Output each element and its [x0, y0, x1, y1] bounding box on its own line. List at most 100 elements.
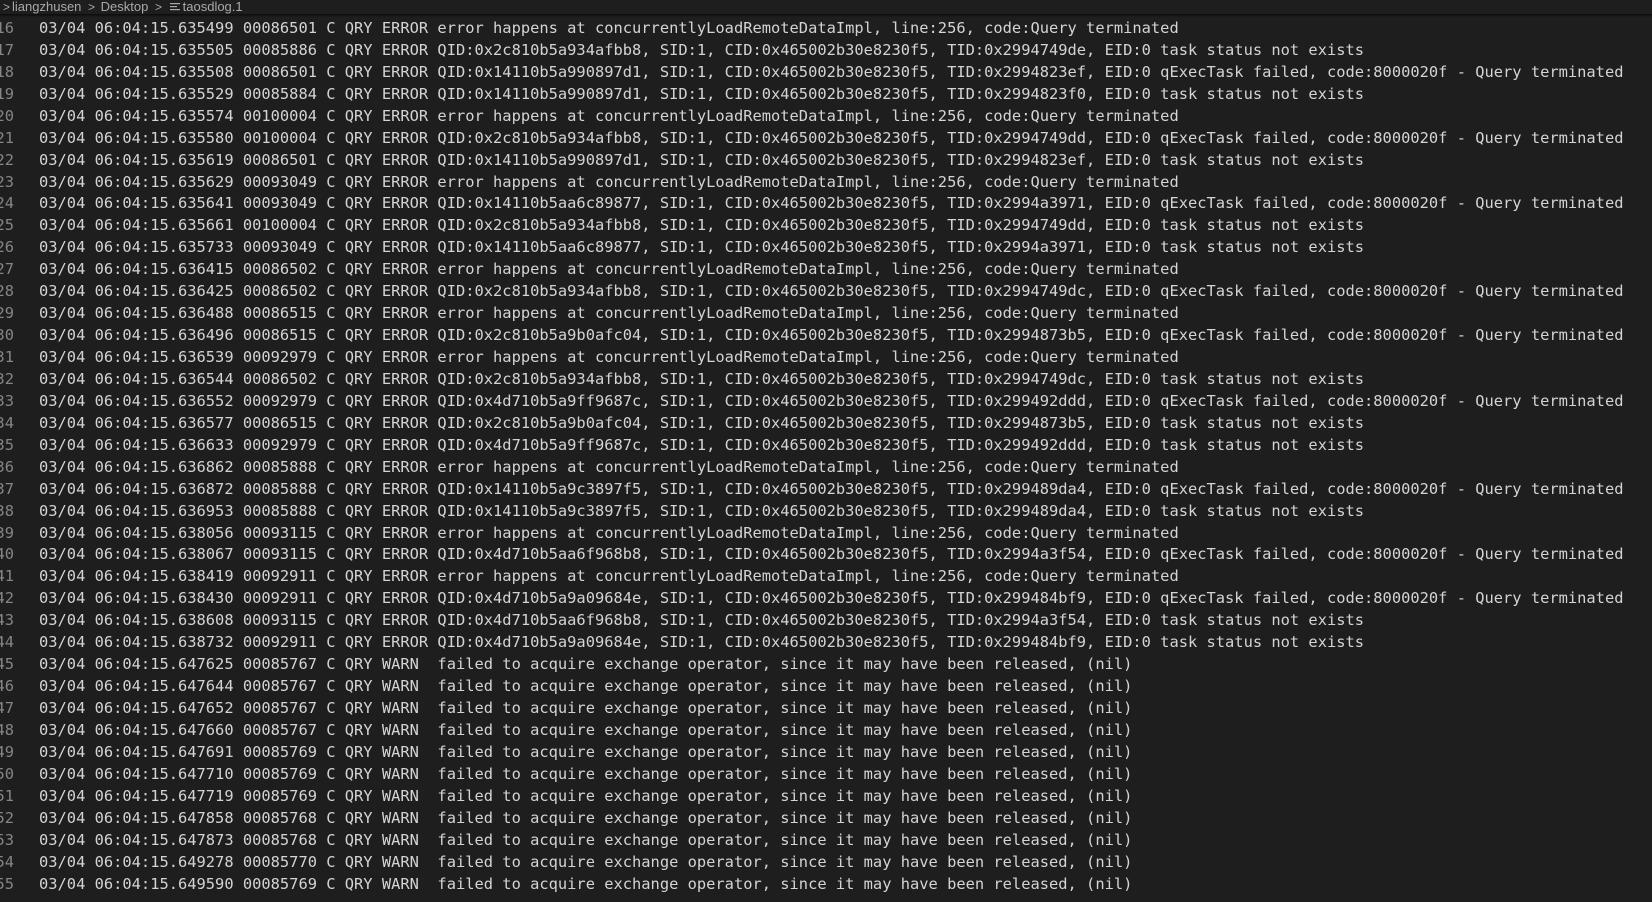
- editor-line[interactable]: 35 03/04 06:04:15.636633 00092979 C QRY E…: [0, 435, 1652, 457]
- line-text: 03/04 06:04:15.638056 00093115 C QRY ERR…: [39, 523, 1179, 542]
- editor-line[interactable]: 22 03/04 06:04:15.635619 00086501 C QRY E…: [0, 150, 1652, 172]
- editor-line[interactable]: 32 03/04 06:04:15.636544 00086502 C QRY E…: [0, 369, 1652, 391]
- editor-line[interactable]: 20 03/04 06:04:15.635574 00100004 C QRY E…: [0, 106, 1652, 128]
- line-number: 23: [0, 172, 14, 191]
- editor-line[interactable]: 49 03/04 06:04:15.647691 00085769 C QRY W…: [0, 742, 1652, 764]
- editor-line[interactable]: 26 03/04 06:04:15.635733 00093049 C QRY E…: [0, 237, 1652, 259]
- line-number: 34: [0, 413, 14, 432]
- editor-line[interactable]: 30 03/04 06:04:15.636496 00086515 C QRY E…: [0, 325, 1652, 347]
- line-number: 43: [0, 611, 14, 630]
- breadcrumb-item-file[interactable]: taosdlog.1: [183, 0, 243, 14]
- editor-line[interactable]: 21 03/04 06:04:15.635580 00100004 C QRY E…: [0, 128, 1652, 150]
- editor-line[interactable]: 44 03/04 06:04:15.638732 00092911 C QRY E…: [0, 632, 1652, 654]
- editor-line[interactable]: 34 03/04 06:04:15.636577 00086515 C QRY E…: [0, 413, 1652, 435]
- editor-line[interactable]: 52 03/04 06:04:15.647858 00085768 C QRY W…: [0, 808, 1652, 830]
- editor-line[interactable]: 23 03/04 06:04:15.635629 00093049 C QRY E…: [0, 172, 1652, 194]
- line-text: 03/04 06:04:15.647719 00085769 C QRY WAR…: [39, 786, 1133, 805]
- line-text: 03/04 06:04:15.638067 00093115 C QRY ERR…: [39, 545, 1624, 564]
- editor-line[interactable]: 50 03/04 06:04:15.647710 00085769 C QRY W…: [0, 764, 1652, 786]
- line-text: 03/04 06:04:15.636862 00085888 C QRY ERR…: [39, 457, 1179, 476]
- line-text: 03/04 06:04:15.635641 00093049 C QRY ERR…: [39, 194, 1624, 213]
- line-text: 03/04 06:04:15.636544 00086502 C QRY ERR…: [39, 369, 1365, 388]
- scroll-shadow: [0, 14, 1652, 17]
- editor-line[interactable]: 40 03/04 06:04:15.638067 00093115 C QRY E…: [0, 544, 1652, 566]
- line-number: 51: [0, 786, 14, 805]
- chevron-right-icon: >: [88, 0, 96, 14]
- editor-line[interactable]: 41 03/04 06:04:15.638419 00092911 C QRY E…: [0, 566, 1652, 588]
- line-text: 03/04 06:04:15.649278 00085770 C QRY WAR…: [39, 852, 1133, 871]
- breadcrumb: > liangzhusen > Desktop > taosdlog.1: [0, 0, 1652, 14]
- line-number: 25: [0, 216, 14, 235]
- line-number: 20: [0, 106, 14, 125]
- editor-line[interactable]: 17 03/04 06:04:15.635505 00085886 C QRY E…: [0, 40, 1652, 62]
- line-text: 03/04 06:04:15.635661 00100004 C QRY ERR…: [39, 216, 1365, 235]
- editor-line[interactable]: 47 03/04 06:04:15.647652 00085767 C QRY W…: [0, 698, 1652, 720]
- line-number: 16: [0, 18, 14, 37]
- line-text: 03/04 06:04:15.647858 00085768 C QRY WAR…: [39, 808, 1133, 827]
- line-text: 03/04 06:04:15.647710 00085769 C QRY WAR…: [39, 764, 1133, 783]
- editor-line[interactable]: 51 03/04 06:04:15.647719 00085769 C QRY W…: [0, 786, 1652, 808]
- editor-line[interactable]: 28 03/04 06:04:15.636425 00086502 C QRY E…: [0, 281, 1652, 303]
- line-text: 03/04 06:04:15.647873 00085768 C QRY WAR…: [39, 830, 1133, 849]
- editor-line[interactable]: 38 03/04 06:04:15.636953 00085888 C QRY E…: [0, 501, 1652, 523]
- editor-line[interactable]: 55 03/04 06:04:15.649590 00085769 C QRY W…: [0, 874, 1652, 896]
- line-number: 31: [0, 348, 14, 366]
- line-number: 46: [0, 677, 14, 696]
- editor-line[interactable]: 24 03/04 06:04:15.635641 00093049 C QRY E…: [0, 193, 1652, 215]
- breadcrumb-item-user-folder[interactable]: liangzhusen: [12, 0, 81, 14]
- editor-line[interactable]: 53 03/04 06:04:15.647873 00085768 C QRY W…: [0, 830, 1652, 852]
- line-number: 55: [0, 874, 14, 893]
- line-text: 03/04 06:04:15.638419 00092911 C QRY ERR…: [39, 567, 1179, 586]
- line-text: 03/04 06:04:15.635529 00085884 C QRY ERR…: [39, 84, 1365, 103]
- line-number: 53: [0, 830, 14, 849]
- editor-line[interactable]: 45 03/04 06:04:15.647625 00085767 C QRY W…: [0, 654, 1652, 676]
- line-text: 03/04 06:04:15.635508 00086501 C QRY ERR…: [39, 62, 1624, 81]
- line-text: 03/04 06:04:15.635733 00093049 C QRY ERR…: [39, 238, 1365, 257]
- line-number: 52: [0, 808, 14, 827]
- editor-line[interactable]: 27 03/04 06:04:15.636415 00086502 C QRY E…: [0, 259, 1652, 281]
- line-number: 27: [0, 260, 14, 279]
- editor-line[interactable]: 48 03/04 06:04:15.647660 00085767 C QRY W…: [0, 720, 1652, 742]
- line-text: 03/04 06:04:15.647652 00085767 C QRY WAR…: [39, 699, 1133, 717]
- line-text: 03/04 06:04:15.638430 00092911 C QRY ERR…: [39, 589, 1624, 608]
- editor-line[interactable]: 54 03/04 06:04:15.649278 00085770 C QRY W…: [0, 852, 1652, 874]
- line-text: 03/04 06:04:15.635574 00100004 C QRY ERR…: [39, 106, 1179, 125]
- line-number: 18: [0, 62, 14, 81]
- line-number: 29: [0, 304, 14, 323]
- line-number: 19: [0, 84, 14, 103]
- editor-line[interactable]: 46 03/04 06:04:15.647644 00085767 C QRY W…: [0, 676, 1652, 698]
- editor-line[interactable]: 42 03/04 06:04:15.638430 00092911 C QRY E…: [0, 588, 1652, 610]
- line-text: 03/04 06:04:15.635580 00100004 C QRY ERR…: [39, 128, 1624, 147]
- line-text: 03/04 06:04:15.636496 00086515 C QRY ERR…: [39, 326, 1624, 345]
- breadcrumb-item-desktop-folder[interactable]: Desktop: [101, 0, 149, 14]
- line-text: 03/04 06:04:15.635619 00086501 C QRY ERR…: [39, 150, 1365, 169]
- line-number: 32: [0, 369, 14, 388]
- editor-line[interactable]: 29 03/04 06:04:15.636488 00086515 C QRY E…: [0, 303, 1652, 325]
- line-number: 36: [0, 457, 14, 476]
- line-text: 03/04 06:04:15.647660 00085767 C QRY WAR…: [39, 720, 1133, 739]
- editor-line[interactable]: 31 03/04 06:04:15.636539 00092979 C QRY E…: [0, 347, 1652, 369]
- line-text: 03/04 06:04:15.647625 00085767 C QRY WAR…: [39, 655, 1133, 674]
- editor-line[interactable]: 43 03/04 06:04:15.638608 00093115 C QRY E…: [0, 610, 1652, 632]
- chevron-right-icon: >: [3, 0, 11, 14]
- line-number: 45: [0, 655, 14, 674]
- line-text: 03/04 06:04:15.636953 00085888 C QRY ERR…: [39, 501, 1365, 520]
- line-text: 03/04 06:04:15.638732 00092911 C QRY ERR…: [39, 633, 1365, 652]
- line-text: 03/04 06:04:15.636633 00092979 C QRY ERR…: [39, 435, 1365, 454]
- editor-line[interactable]: 25 03/04 06:04:15.635661 00100004 C QRY E…: [0, 215, 1652, 237]
- line-number: 41: [0, 567, 14, 586]
- editor-line[interactable]: 18 03/04 06:04:15.635508 00086501 C QRY E…: [0, 62, 1652, 84]
- line-number: 50: [0, 764, 14, 783]
- text-file-icon: [169, 3, 180, 11]
- editor-line[interactable]: 16 03/04 06:04:15.635499 00086501 C QRY E…: [0, 18, 1652, 40]
- editor-line[interactable]: 33 03/04 06:04:15.636552 00092979 C QRY E…: [0, 391, 1652, 413]
- line-text: 03/04 06:04:15.636415 00086502 C QRY ERR…: [39, 260, 1179, 279]
- editor-text-area[interactable]: 1503/04 06:04:15.635454 00085884 C QRY E…: [0, 0, 1652, 902]
- line-number: 47: [0, 699, 14, 717]
- line-number: 44: [0, 633, 14, 652]
- editor-line[interactable]: 36 03/04 06:04:15.636862 00085888 C QRY E…: [0, 457, 1652, 479]
- line-text: 03/04 06:04:15.636552 00092979 C QRY ERR…: [39, 391, 1624, 410]
- editor-line[interactable]: 19 03/04 06:04:15.635529 00085884 C QRY E…: [0, 84, 1652, 106]
- editor-line[interactable]: 37 03/04 06:04:15.636872 00085888 C QRY E…: [0, 479, 1652, 501]
- editor-line[interactable]: 39 03/04 06:04:15.638056 00093115 C QRY E…: [0, 523, 1652, 545]
